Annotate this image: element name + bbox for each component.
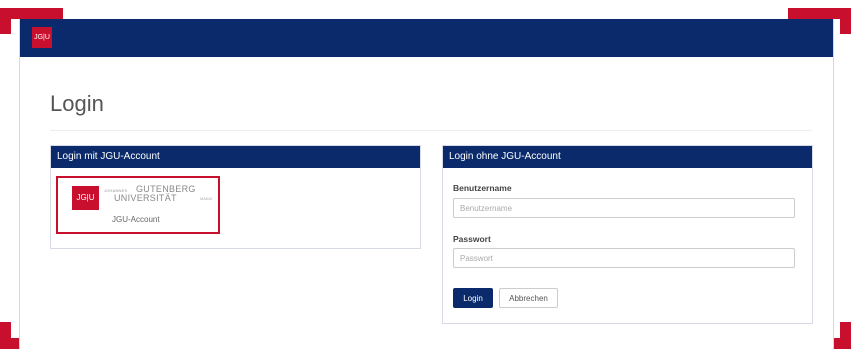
password-label: Passwort — [453, 234, 491, 244]
jgu-account-caption: JGU-Account — [112, 215, 160, 224]
top-navbar: JG|U — [20, 19, 833, 57]
page-title: Login — [50, 91, 104, 116]
corner-bracket-bottom-right-vertical — [840, 322, 851, 349]
jgu-panel-heading: Login mit JGU-Account — [51, 146, 420, 168]
jgu-logo-icon: JG|U — [72, 186, 99, 210]
title-divider — [50, 130, 812, 131]
cancel-button[interactable]: Abbrechen — [499, 288, 558, 308]
corner-bracket-top-left-vertical — [0, 8, 11, 34]
jgu-login-panel: Login mit JGU-Account JG|U JOHANNES GUTE… — [50, 145, 421, 249]
jgu-brand-logo[interactable]: JG|U — [32, 27, 52, 48]
password-input[interactable] — [453, 248, 795, 268]
jgu-logo-city: MAINZ — [200, 196, 213, 201]
browser-page: JG|U Login Login mit JGU-Account JG|U JO… — [19, 19, 834, 349]
login-button[interactable]: Login — [453, 288, 493, 308]
username-input[interactable] — [453, 198, 795, 218]
jgu-logo-line2: UNIVERSITÄT — [114, 193, 177, 203]
local-panel-heading: Login ohne JGU-Account — [443, 146, 812, 168]
corner-bracket-bottom-left-vertical — [0, 322, 11, 349]
local-login-panel: Login ohne JGU-Account Benutzername Pass… — [442, 145, 813, 324]
corner-bracket-top-right-vertical — [840, 8, 851, 34]
username-label: Benutzername — [453, 183, 512, 193]
jgu-account-login-button[interactable]: JG|U JOHANNES GUTENBERG UNIVERSITÄT MAIN… — [56, 176, 220, 234]
